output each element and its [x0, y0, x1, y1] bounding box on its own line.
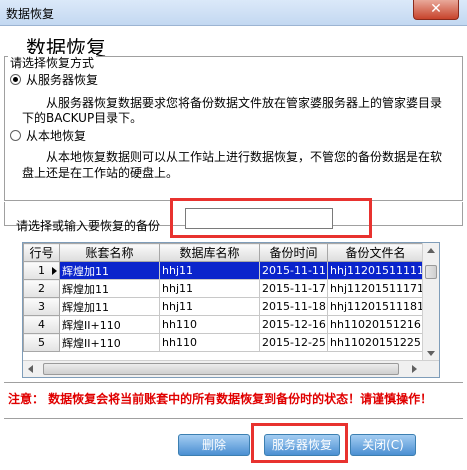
row-number: 3: [23, 297, 60, 316]
radio-local-restore[interactable]: [10, 130, 21, 141]
horizontal-scrollbar[interactable]: [23, 360, 439, 377]
local-restore-desc-1: 从本地恢复数据则可以从工作站上进行数据恢复，不管您的备份数据是在软: [46, 150, 443, 164]
cell-backup-file: hh11020151216172: [327, 315, 424, 334]
current-row-arrow-icon: [52, 267, 57, 275]
window-title: 数据恢复: [6, 7, 55, 21]
radio-local-restore-label[interactable]: 从本地恢复: [26, 127, 86, 144]
column-header-backup-file[interactable]: 备份文件名: [327, 243, 424, 262]
row-number: 1: [23, 261, 60, 280]
horizontal-scroll-thumb[interactable]: [43, 363, 399, 375]
column-header-database[interactable]: 数据库名称: [159, 243, 260, 262]
table-row[interactable]: 3 辉煌加11 hhj11 2015-11-18 hhj112015111815…: [23, 297, 424, 316]
backup-select-label: 请选择或输入要恢复的备份: [16, 219, 161, 233]
cell-backup-time: 2015-11-17: [259, 279, 328, 298]
row-number: 4: [23, 315, 60, 334]
cell-backup-time: 2015-11-18: [259, 297, 328, 316]
cell-backup-time: 2015-12-16: [259, 315, 328, 334]
column-header-backup-time[interactable]: 备份时间: [259, 243, 328, 262]
window-close-button[interactable]: ✕: [413, 0, 459, 20]
cell-account: 辉煌II+110: [59, 333, 160, 352]
table-row[interactable]: 1 辉煌加11 hhj11 2015-11-11 hhj112015111111…: [23, 261, 424, 280]
table-row[interactable]: 4 辉煌II+110 hh110 2015-12-16 hh1102015121…: [23, 315, 424, 334]
radio-server-restore-label[interactable]: 从服务器恢复: [26, 71, 98, 88]
cell-backup-file: hh11020151225140: [327, 333, 424, 352]
column-header-account[interactable]: 账套名称: [59, 243, 160, 262]
row-number: 5: [23, 333, 60, 352]
cell-backup-file: hhj1120151118153: [327, 297, 424, 316]
cell-database: hhj11: [159, 261, 260, 280]
server-restore-desc-1: 从服务器恢复数据要求您将备份数据文件放在管家婆服务器上的管家婆目录: [46, 96, 443, 110]
table-row[interactable]: 5 辉煌II+110 hh110 2015-12-25 hh1102015122…: [23, 333, 424, 352]
cell-account: 辉煌加11: [59, 297, 160, 316]
vertical-scrollbar[interactable]: [422, 243, 439, 361]
vertical-scroll-thumb[interactable]: [425, 265, 437, 279]
cell-backup-time: 2015-12-25: [259, 333, 328, 352]
cell-database: hhj11: [159, 279, 260, 298]
warning-text: 注意： 数据恢复会将当前账套中的所有数据恢复到备份时的状态！请谨慎操作！: [8, 392, 433, 406]
cell-backup-file: hhj1120151117170: [327, 279, 424, 298]
cell-account: 辉煌加11: [59, 261, 160, 280]
column-header-rownum[interactable]: 行号: [23, 243, 60, 262]
cell-database: hh110: [159, 333, 260, 352]
delete-button[interactable]: 删除: [178, 434, 250, 456]
title-bar: 数据恢复 ✕: [0, 0, 467, 26]
scroll-down-icon[interactable]: [427, 351, 435, 356]
cell-backup-file: hhj1120151111110: [327, 261, 424, 280]
divider: [4, 382, 463, 384]
backup-grid[interactable]: 行号 账套名称 数据库名称 备份时间 备份文件名 1 辉煌加11 hhj11 2…: [22, 242, 440, 378]
local-restore-desc-2: 盘上还是在工作站的硬盘上。: [22, 166, 179, 180]
radio-server-restore[interactable]: [10, 74, 21, 85]
table-row[interactable]: 2 辉煌加11 hhj11 2015-11-17 hhj112015111717…: [23, 279, 424, 298]
restore-mode-label: 请选择恢复方式: [8, 54, 97, 71]
highlight-server-restore-button: [251, 423, 348, 463]
divider: [4, 418, 463, 420]
scroll-up-icon[interactable]: [427, 248, 435, 253]
row-number-text: 1: [38, 264, 45, 277]
highlight-backup-input: [170, 198, 372, 238]
cell-database: hhj11: [159, 297, 260, 316]
cell-account: 辉煌II+110: [59, 315, 160, 334]
row-number: 2: [23, 279, 60, 298]
cell-account: 辉煌加11: [59, 279, 160, 298]
cell-backup-time: 2015-11-11: [259, 261, 328, 280]
cell-database: hh110: [159, 315, 260, 334]
scroll-left-icon[interactable]: [28, 365, 33, 373]
close-button[interactable]: 关闭(C): [350, 434, 416, 456]
server-restore-desc-2: 下的BACKUP目录下。: [22, 111, 143, 125]
backup-table: 行号 账套名称 数据库名称 备份时间 备份文件名 1 辉煌加11 hhj11 2…: [23, 243, 424, 352]
table-header-row: 行号 账套名称 数据库名称 备份时间 备份文件名: [23, 243, 424, 262]
scroll-right-icon[interactable]: [412, 365, 417, 373]
dialog-body: 数据恢复 请选择恢复方式 从服务器恢复 从服务器恢复数据要求您将备份数据文件放在…: [0, 26, 467, 470]
